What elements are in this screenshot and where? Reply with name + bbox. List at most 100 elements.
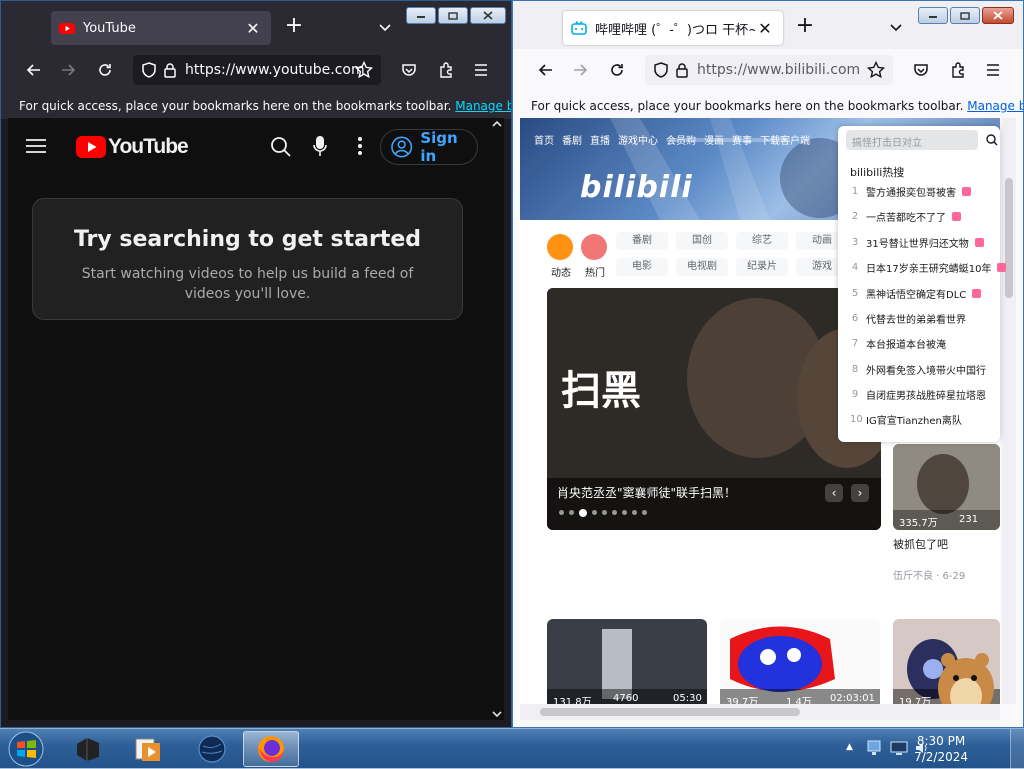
hot-label[interactable]: 热门 — [585, 264, 605, 279]
start-button-icon[interactable] — [6, 730, 46, 768]
lock-icon[interactable] — [163, 62, 177, 78]
new-tab-icon[interactable]: + — [795, 15, 815, 37]
video-card-thumbnail[interactable]: 131.8万 4760 05:30 — [547, 619, 707, 709]
nav-mall[interactable]: 会员购 — [666, 132, 696, 147]
trending-item[interactable]: 9 自闭症男孩战胜碎星拉塔恩 — [850, 387, 986, 402]
display-icon[interactable] — [890, 740, 908, 756]
trending-text: 外网看免签入境带火中国行 — [866, 366, 986, 377]
show-hidden-icons-icon[interactable]: ▲ — [846, 742, 853, 752]
system-clock[interactable]: 8:30 PM 7/2/2024 — [914, 733, 968, 765]
forward-arrow-icon[interactable] — [57, 59, 79, 81]
bilibili-logo[interactable]: bilibili — [580, 170, 693, 205]
url-bar[interactable]: https://www.bilibili.com — [645, 55, 893, 85]
nav-live[interactable]: 直播 — [590, 132, 610, 147]
scrollbar-thumb[interactable] — [540, 708, 800, 716]
nav-anime[interactable]: 番剧 — [562, 132, 582, 147]
hamburger-menu-icon[interactable] — [982, 59, 1004, 81]
back-arrow-icon[interactable] — [535, 59, 557, 81]
microphone-icon[interactable] — [313, 135, 327, 157]
youtube-scrollbar[interactable] — [490, 118, 504, 720]
trending-item[interactable]: 2 一点苦都吃不了了 — [850, 209, 961, 224]
manage-bookmarks-link[interactable]: Manage bookmarks — [455, 99, 511, 113]
channel-chip[interactable]: 国创 — [676, 232, 728, 250]
close-tab-icon[interactable]: ✕ — [755, 18, 775, 38]
firefox-icon[interactable] — [243, 731, 299, 767]
channel-chip[interactable]: 电视剧 — [676, 258, 728, 276]
list-tabs-chevron-icon[interactable] — [377, 19, 393, 35]
hot-icon[interactable] — [581, 234, 607, 260]
video-card-thumbnail[interactable]: 335.7万 231 — [893, 444, 1000, 530]
nav-home[interactable]: 首页 — [534, 132, 554, 147]
more-options-icon[interactable] — [358, 137, 362, 155]
youtube-logo[interactable]: YouTube — [76, 135, 189, 159]
carousel-caption[interactable]: 肖央范丞丞"窦襄师徒"联手扫黑！ — [557, 484, 736, 501]
trending-item[interactable]: 7 本台报道本台被淹 — [850, 336, 946, 351]
lock-icon[interactable] — [675, 62, 689, 78]
media-player-icon[interactable] — [120, 731, 176, 767]
network-icon[interactable] — [866, 739, 882, 757]
trending-item[interactable]: 10 IG官宣Tianzhen离队 — [850, 412, 962, 427]
channel-chip[interactable]: 纪录片 — [736, 258, 788, 276]
reload-icon[interactable] — [94, 59, 116, 81]
search-icon[interactable] — [986, 134, 998, 146]
reload-icon[interactable] — [606, 59, 628, 81]
show-desktop-button[interactable] — [1010, 729, 1024, 769]
nav-esports[interactable]: 赛事 — [732, 132, 752, 147]
close-tab-icon[interactable]: ✕ — [243, 18, 263, 38]
taskbar-app-icon[interactable] — [60, 731, 116, 767]
new-tab-icon[interactable]: + — [284, 15, 304, 37]
nav-manga[interactable]: 漫画 — [704, 132, 724, 147]
carousel-next-icon[interactable]: › — [851, 484, 869, 502]
featured-carousel[interactable]: 扫黑 肖央范丞丞"窦襄师徒"联手扫黑！ ‹ › — [547, 288, 881, 530]
scroll-up-arrow-icon[interactable] — [492, 120, 502, 128]
hamburger-menu-icon[interactable] — [470, 59, 492, 81]
list-tabs-chevron-icon[interactable] — [888, 19, 904, 35]
extensions-puzzle-icon[interactable] — [947, 59, 969, 81]
close-window-button[interactable] — [982, 7, 1014, 24]
trending-item[interactable]: 8 外网看免签入境带火中国行 — [850, 362, 986, 377]
tab-bilibili[interactable]: 哔哩哔哩 (゜-゜)つロ 干杯~-bili ✕ — [563, 11, 783, 45]
channel-chip[interactable]: 电影 — [616, 258, 668, 276]
video-author[interactable]: 伍斤不良 · 6-29 — [893, 567, 965, 582]
search-input[interactable]: 搞怪打击日对立 — [846, 130, 978, 150]
minimize-button[interactable] — [918, 7, 948, 24]
scrollbar-thumb[interactable] — [1005, 178, 1013, 298]
pocket-icon[interactable] — [398, 59, 420, 81]
extensions-puzzle-icon[interactable] — [435, 59, 457, 81]
guide-menu-icon[interactable] — [26, 138, 46, 154]
bilibili-scrollbar[interactable] — [1002, 118, 1016, 704]
tracking-shield-icon[interactable] — [141, 62, 157, 78]
sign-in-button[interactable]: Sign in — [380, 129, 478, 165]
bookmark-star-icon[interactable] — [353, 59, 375, 81]
pocket-icon[interactable] — [910, 59, 932, 81]
trending-item[interactable]: 1 警方通报奕包哥被害 — [850, 184, 971, 199]
back-arrow-icon[interactable] — [23, 59, 45, 81]
dynamic-label[interactable]: 动态 — [551, 264, 571, 279]
horizontal-scrollbar[interactable] — [520, 704, 1000, 720]
minimize-button[interactable] — [406, 7, 436, 24]
manage-bookmarks-link[interactable]: Manage bookmarks — [967, 99, 1023, 113]
dynamic-icon[interactable] — [547, 234, 573, 260]
maximize-button[interactable] — [438, 7, 468, 24]
close-window-button[interactable] — [470, 7, 506, 24]
carousel-prev-icon[interactable]: ‹ — [825, 484, 843, 502]
trending-item[interactable]: 3 31号替让世界归还文物 — [850, 235, 984, 250]
search-icon[interactable] — [270, 136, 292, 158]
tab-youtube[interactable]: YouTube ✕ — [51, 11, 271, 45]
maximize-button[interactable] — [950, 7, 980, 24]
scroll-down-arrow-icon[interactable] — [492, 710, 502, 718]
trending-item[interactable]: 4 日本17岁亲王研究蜻蜓10年 — [850, 260, 1007, 275]
trending-item[interactable]: 5 黑神话悟空确定有DLC — [850, 286, 982, 301]
video-title[interactable]: 被抓包了吧 — [893, 536, 948, 552]
bookmark-star-icon[interactable] — [865, 59, 887, 81]
channel-chip[interactable]: 综艺 — [736, 232, 788, 250]
nav-download-client[interactable]: 下载客户端 — [760, 132, 810, 147]
channel-chip[interactable]: 番剧 — [616, 232, 668, 250]
forward-arrow-icon[interactable] — [569, 59, 591, 81]
tracking-shield-icon[interactable] — [653, 62, 669, 78]
globe-app-icon[interactable] — [184, 731, 240, 767]
trending-item[interactable]: 6 代替去世的弟弟看世界 — [850, 311, 966, 326]
video-card-thumbnail[interactable]: 39.7万 1.4万 02:03:01 — [720, 619, 880, 709]
nav-game-center[interactable]: 游戏中心 — [618, 132, 658, 147]
url-bar[interactable]: https://www.youtube.com — [133, 55, 381, 85]
